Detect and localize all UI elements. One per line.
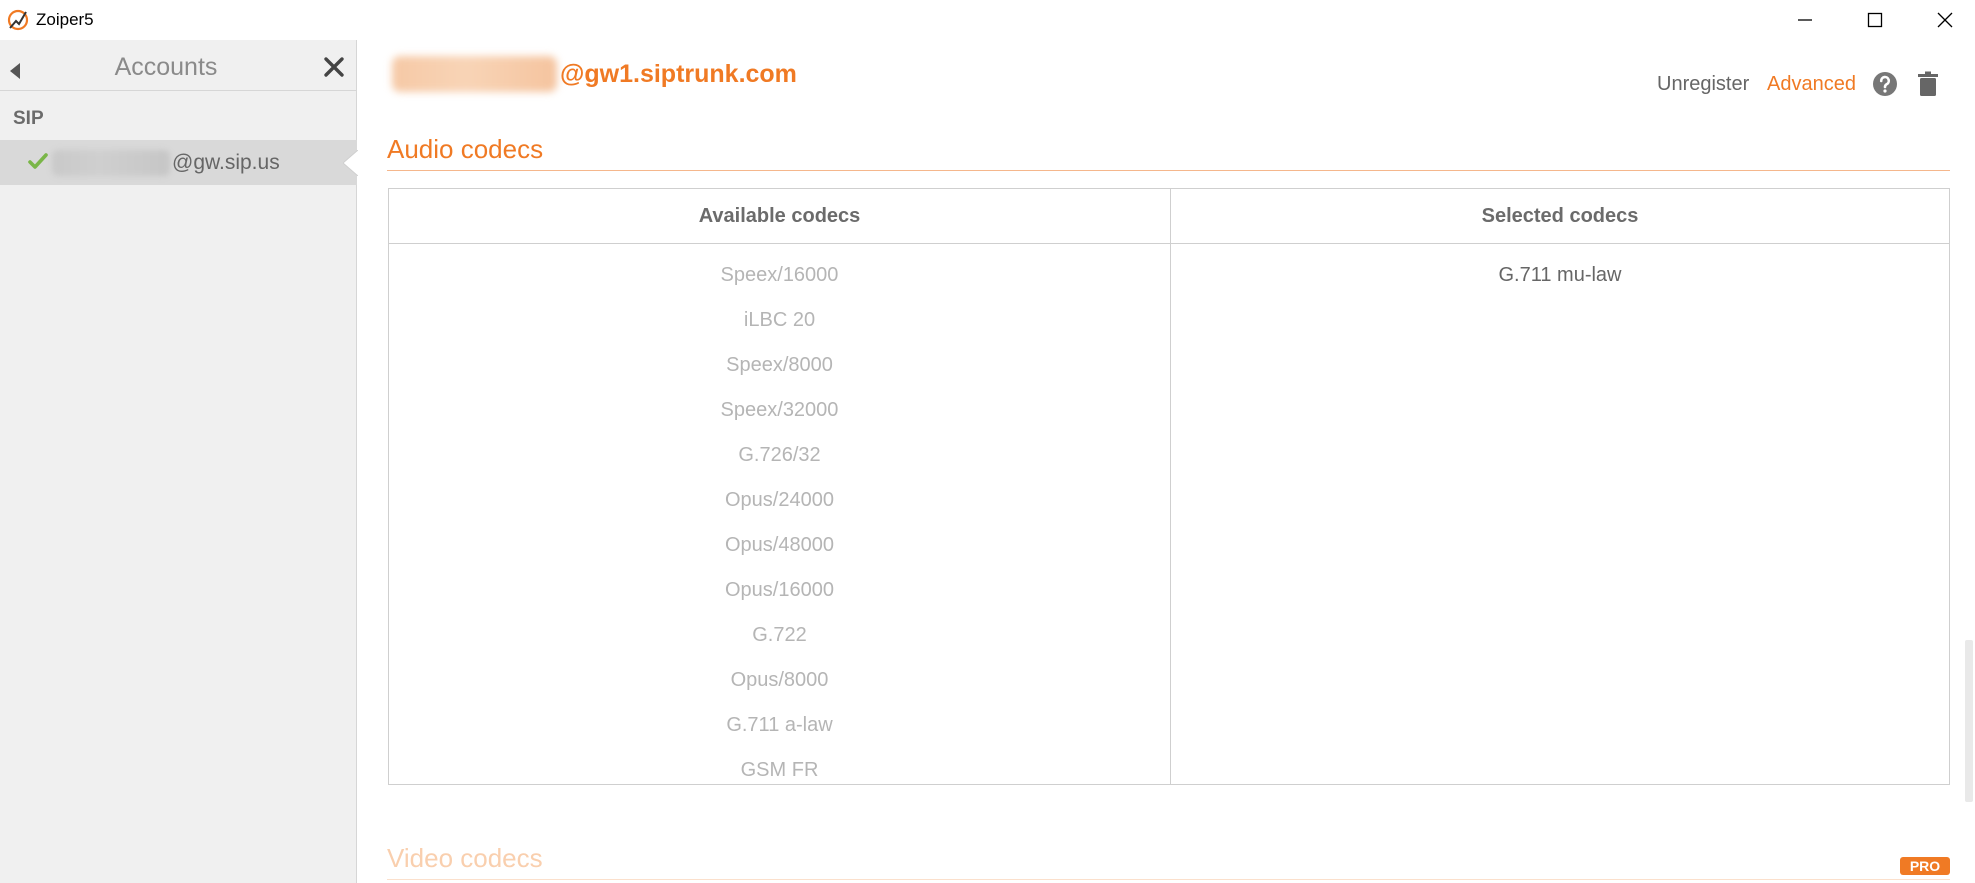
accounts-sidebar: Accounts SIP @gw.sip.us	[0, 40, 358, 883]
audio-codecs-divider	[387, 170, 1950, 171]
available-codec-item[interactable]: GSM FR	[389, 748, 1170, 793]
zoiper-logo-icon	[7, 9, 29, 31]
video-codecs-divider	[387, 879, 1950, 880]
available-codec-item[interactable]: Opus/16000	[389, 568, 1170, 613]
account-username-redacted	[392, 56, 557, 92]
selection-pointer-icon	[343, 150, 358, 176]
audio-codecs-title: Audio codecs	[387, 134, 544, 164]
close-icon	[1937, 12, 1953, 28]
available-codec-item[interactable]: G.722	[389, 613, 1170, 658]
available-codec-item[interactable]: Speex/8000	[389, 343, 1170, 388]
available-codecs-header: Available codecs	[389, 189, 1170, 244]
available-codecs-list: Speex/16000 iLBC 20 Speex/8000 Speex/320…	[389, 244, 1170, 793]
video-codecs-title: Video codecs	[387, 843, 543, 873]
available-codec-item[interactable]: G.711 a-law	[389, 703, 1170, 748]
title-bar: Zoiper5	[0, 0, 1975, 40]
unregister-link[interactable]: Unregister	[1657, 73, 1749, 96]
available-codec-item[interactable]: Speex/16000	[389, 253, 1170, 298]
close-sidebar-icon[interactable]	[321, 54, 347, 80]
sidebar-item-account[interactable]: @gw.sip.us	[0, 140, 358, 185]
available-codec-item[interactable]: Opus/8000	[389, 658, 1170, 703]
minimize-button[interactable]	[1770, 0, 1840, 40]
maximize-button[interactable]	[1840, 0, 1910, 40]
selected-codecs-column: Selected codecs G.711 mu-law	[1171, 189, 1949, 784]
sidebar-title: Accounts	[114, 53, 218, 81]
account-username-redacted	[52, 150, 170, 176]
delete-trash-icon[interactable]	[1917, 71, 1939, 97]
pro-badge: PRO	[1900, 857, 1950, 875]
minimize-icon	[1798, 19, 1812, 21]
window-title: Zoiper5	[36, 10, 94, 29]
close-window-button[interactable]	[1910, 0, 1975, 40]
help-icon[interactable]	[1872, 71, 1898, 97]
available-codecs-column: Available codecs Speex/16000 iLBC 20 Spe…	[389, 189, 1171, 784]
selected-codec-item[interactable]: G.711 mu-law	[1171, 253, 1949, 298]
selected-codecs-list: G.711 mu-law	[1171, 244, 1949, 298]
advanced-link[interactable]: Advanced	[1767, 73, 1856, 96]
account-domain-label: @gw.sip.us	[172, 151, 280, 174]
maximize-icon	[1867, 12, 1883, 28]
audio-codecs-table: Available codecs Speex/16000 iLBC 20 Spe…	[388, 188, 1950, 785]
available-codec-item[interactable]: Speex/32000	[389, 388, 1170, 433]
available-codec-item[interactable]: Opus/48000	[389, 523, 1170, 568]
account-title: @gw1.siptrunk.com	[560, 60, 797, 88]
scrollbar-thumb[interactable]	[1965, 640, 1973, 802]
available-codec-item[interactable]: iLBC 20	[389, 298, 1170, 343]
sidebar-header: Accounts	[0, 40, 357, 91]
available-codec-item[interactable]: Opus/24000	[389, 478, 1170, 523]
registered-check-icon	[28, 153, 48, 169]
sip-section-label: SIP	[13, 108, 44, 129]
available-codec-item[interactable]: G.726/32	[389, 433, 1170, 478]
selected-codecs-header: Selected codecs	[1171, 189, 1949, 244]
